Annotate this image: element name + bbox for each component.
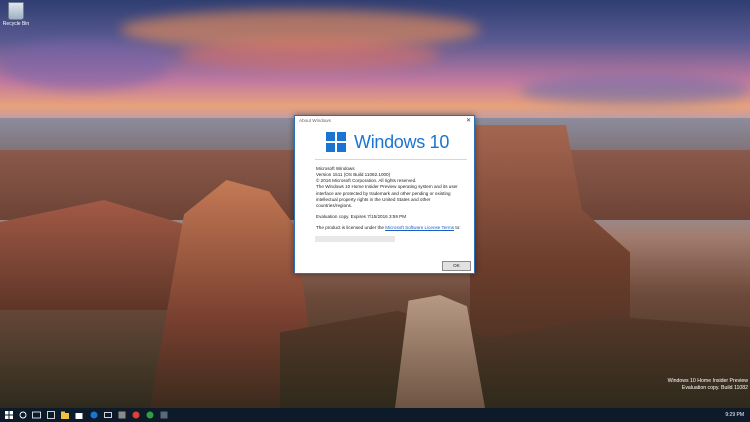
license-text: The product is licensed under the Micros… — [316, 225, 466, 231]
licensed-user-field — [315, 236, 395, 242]
divider — [315, 159, 467, 160]
edge-browser-icon[interactable] — [47, 411, 55, 419]
license-prefix: The product is licensed under the — [316, 225, 384, 231]
dialog-title: About Windows — [299, 118, 331, 123]
app-icon[interactable] — [146, 411, 154, 419]
mail-icon[interactable] — [104, 411, 112, 419]
windows-10-wordmark: Windows 10 — [354, 132, 450, 152]
about-info: Microsoft Windows Version 1511 (OS Build… — [316, 166, 466, 231]
sunset-cloud — [0, 40, 170, 90]
recycle-bin-shortcut[interactable]: Recycle Bin — [2, 2, 30, 28]
close-icon[interactable]: ✕ — [466, 117, 471, 124]
watermark-line-1: Windows 10 Home Insider Preview — [667, 377, 748, 384]
store-icon[interactable] — [75, 411, 83, 419]
start-windows-icon[interactable] — [5, 411, 13, 419]
app-icon[interactable] — [132, 411, 140, 419]
recycle-bin-icon — [8, 2, 24, 20]
app-icon[interactable] — [118, 411, 126, 419]
recycle-bin-label: Recycle Bin — [2, 21, 30, 27]
sunset-cloud — [180, 40, 440, 70]
license-terms-link[interactable]: Microsoft Software License Terms — [385, 225, 454, 230]
watermark-line-2: Evaluation copy. Build 11082 — [681, 384, 748, 391]
app-icon[interactable] — [160, 411, 168, 419]
license-suffix: to: — [455, 225, 461, 231]
about-windows-dialog: About Windows ✕ Windows 10 Microsoft Win… — [294, 115, 475, 274]
trademark-text: The Windows 10 Home Insider Preview oper… — [316, 184, 458, 208]
ok-button[interactable]: OK — [442, 261, 471, 271]
windows-logo-icon — [326, 132, 346, 152]
dialog-titlebar[interactable]: About Windows ✕ — [295, 116, 474, 126]
file-explorer-icon[interactable] — [61, 411, 69, 419]
taskbar: 9:29 PM — [0, 408, 750, 422]
edge-e-icon[interactable] — [90, 411, 98, 419]
task-view-icon[interactable] — [32, 411, 41, 419]
sunset-cloud — [520, 75, 750, 105]
evaluation-watermark: Windows 10 Home Insider Preview Evaluati… — [668, 378, 748, 392]
search-icon[interactable] — [19, 411, 27, 419]
tray-clock[interactable]: 9:29 PM — [725, 412, 744, 418]
